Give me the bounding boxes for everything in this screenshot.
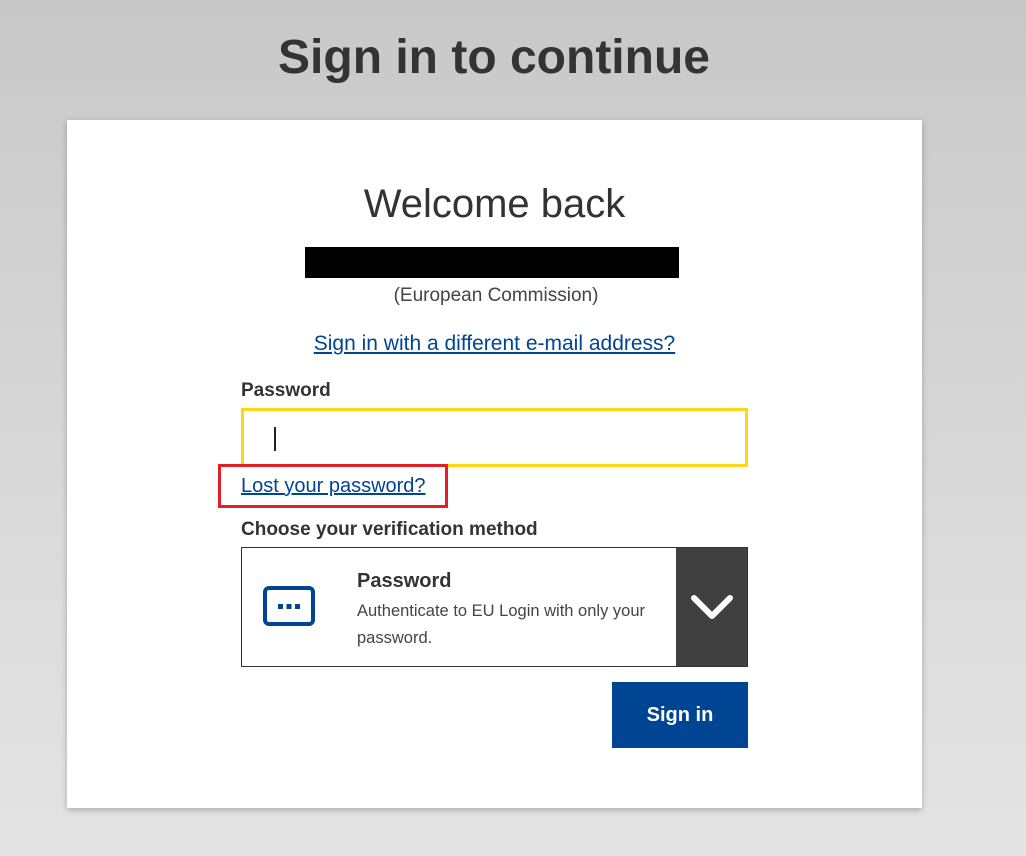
sign-in-button[interactable]: Sign in — [612, 682, 748, 748]
different-email-link[interactable]: Sign in with a different e-mail address? — [314, 332, 675, 355]
different-email-row: Sign in with a different e-mail address? — [67, 332, 922, 356]
lost-password-link[interactable]: Lost your password? — [241, 475, 426, 498]
verification-method-select[interactable]: Password Authenticate to EU Login with o… — [241, 547, 748, 667]
password-dots-icon — [262, 585, 316, 629]
redacted-email — [305, 247, 679, 278]
login-card: Welcome back (European Commission) Sign … — [67, 120, 922, 808]
password-label: Password — [241, 380, 331, 401]
organization-label: (European Commission) — [393, 285, 599, 306]
page-title: Sign in to continue — [278, 31, 710, 84]
dropdown-toggle[interactable] — [676, 548, 747, 666]
chevron-down-icon — [691, 595, 733, 619]
welcome-heading: Welcome back — [363, 182, 626, 226]
method-description: Authenticate to EU Login with only your … — [357, 602, 646, 647]
verification-method-label: Choose your verification method — [241, 519, 538, 540]
password-input[interactable] — [241, 408, 748, 467]
method-title: Password — [357, 570, 452, 592]
text-caret — [274, 427, 276, 451]
